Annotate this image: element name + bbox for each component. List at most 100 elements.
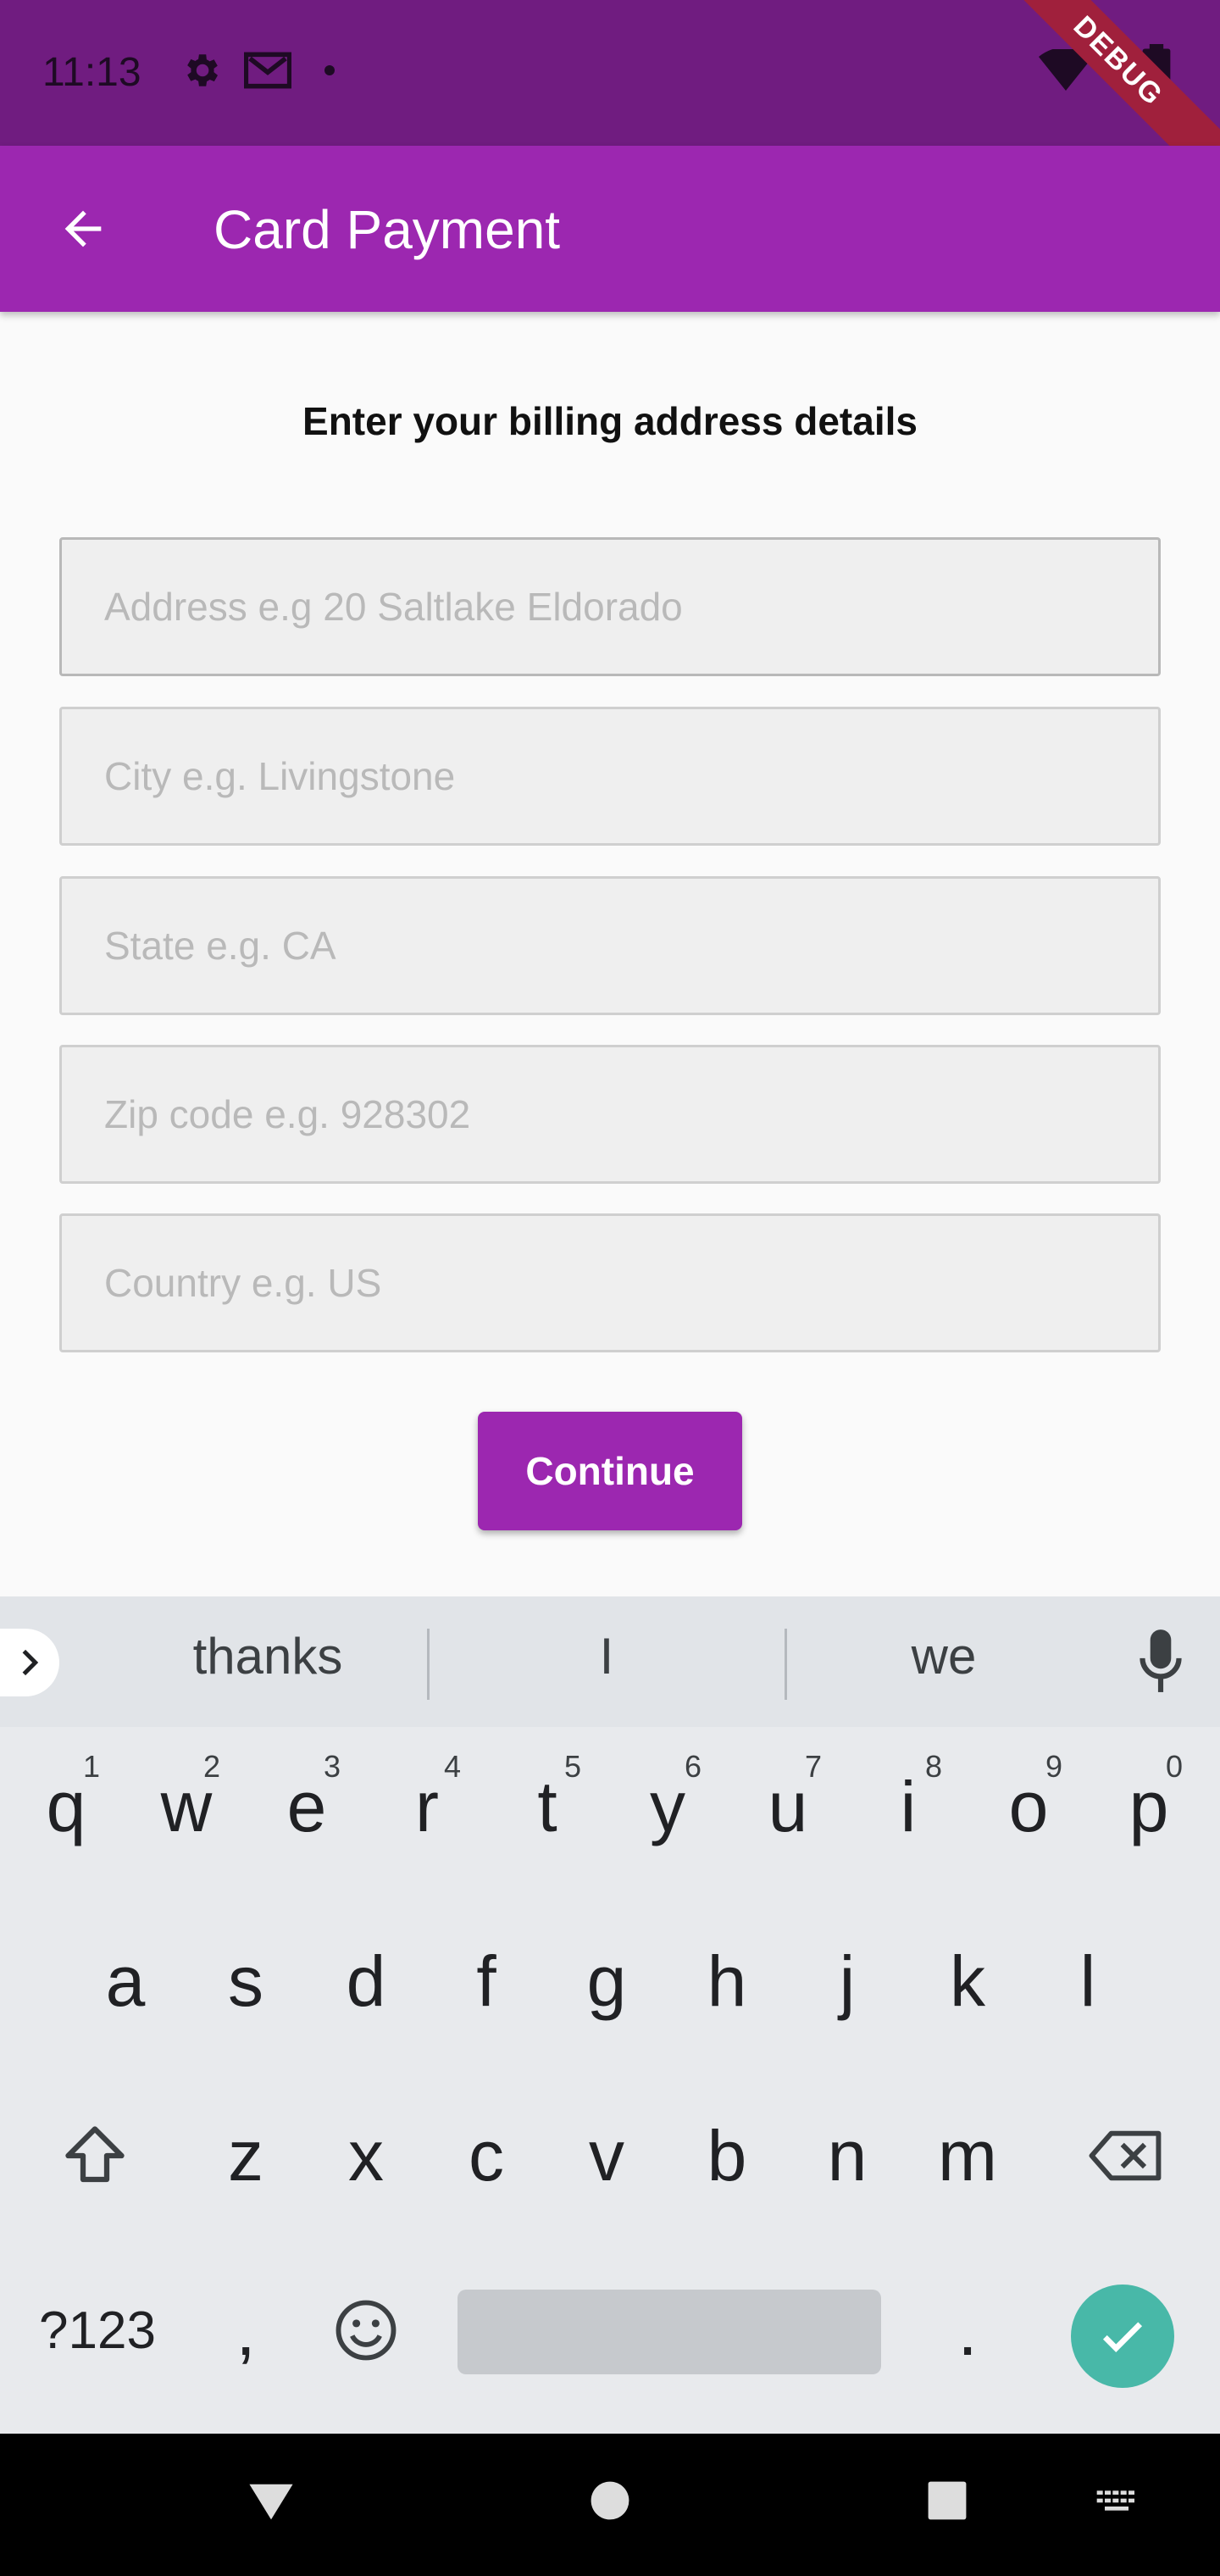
debug-banner: DEBUG <box>975 0 1220 146</box>
address-input[interactable] <box>62 540 1158 674</box>
country-input[interactable] <box>62 1216 1158 1350</box>
zip-input[interactable] <box>62 1047 1158 1181</box>
key-label: . <box>957 2290 978 2370</box>
shift-key[interactable] <box>44 2079 146 2232</box>
backspace-key[interactable] <box>1074 2079 1176 2232</box>
key-t[interactable]: t5 <box>496 1730 598 1883</box>
key-hint: 5 <box>563 1749 581 1784</box>
key-p[interactable]: p0 <box>1098 1730 1200 1883</box>
enter-key[interactable] <box>1071 2285 1174 2388</box>
city-input[interactable] <box>62 709 1158 843</box>
key-e[interactable]: e3 <box>256 1730 358 1883</box>
back-button[interactable] <box>42 188 124 269</box>
status-time: 11:13 <box>42 50 141 95</box>
status-bar: 11:13 DEBUG <box>0 0 1220 146</box>
key-h[interactable]: h <box>676 1905 778 2057</box>
key-label: m <box>938 2115 997 2196</box>
suggestion-3[interactable]: we <box>791 1627 1096 1685</box>
key-label: f <box>476 1940 496 2021</box>
suggestion-toggle[interactable] <box>0 1629 59 1696</box>
suggestion-1[interactable]: thanks <box>115 1627 420 1685</box>
key-r[interactable]: r4 <box>376 1730 478 1883</box>
key-o[interactable]: o9 <box>978 1730 1079 1883</box>
keyboard-switch-icon[interactable] <box>1093 2471 1140 2530</box>
key-label: i <box>900 1766 917 1846</box>
key-hint: 1 <box>82 1749 100 1784</box>
country-field[interactable] <box>59 1213 1161 1352</box>
gmail-icon <box>244 52 291 89</box>
recents-square-icon[interactable] <box>923 2471 971 2530</box>
continue-button[interactable]: Continue <box>478 1412 742 1530</box>
key-label: b <box>707 2115 747 2196</box>
key-label: e <box>286 1766 327 1846</box>
suggestion-2[interactable]: I <box>454 1627 759 1685</box>
back-triangle-icon[interactable] <box>244 2471 298 2530</box>
key-y[interactable]: y6 <box>617 1730 718 1883</box>
period-key[interactable]: . <box>917 2254 1018 2407</box>
key-label: k <box>950 1940 985 2021</box>
emoji-key[interactable] <box>315 2254 417 2407</box>
key-w[interactable]: w2 <box>136 1730 237 1883</box>
key-label: q <box>46 1766 86 1846</box>
state-field[interactable] <box>59 876 1161 1015</box>
key-label: v <box>589 2115 624 2196</box>
key-i[interactable]: i8 <box>857 1730 959 1883</box>
key-label: y <box>650 1766 685 1846</box>
key-z[interactable]: z <box>195 2079 297 2232</box>
shift-icon <box>65 2126 125 2183</box>
microphone-icon[interactable] <box>1135 1627 1186 1695</box>
key-f[interactable]: f <box>435 1905 537 2057</box>
dot-icon <box>324 65 335 75</box>
key-label: d <box>346 1940 386 2021</box>
symbols-key[interactable]: ?123 <box>25 2254 169 2407</box>
key-l[interactable]: l <box>1037 1905 1139 2057</box>
key-a[interactable]: a <box>75 1905 176 2057</box>
checkmark-icon <box>1102 2322 1143 2352</box>
key-hint: 9 <box>1045 1749 1062 1784</box>
key-v[interactable]: v <box>556 2079 657 2232</box>
zip-field[interactable] <box>59 1045 1161 1184</box>
key-label: ?123 <box>39 2301 156 2360</box>
key-label: a <box>105 1940 146 2021</box>
gear-icon <box>187 54 218 86</box>
space-key[interactable] <box>458 2290 881 2374</box>
key-g[interactable]: g <box>556 1905 657 2057</box>
emoji-icon <box>336 2300 396 2361</box>
state-input[interactable] <box>62 879 1158 1013</box>
key-label: o <box>1008 1766 1049 1846</box>
key-label: x <box>348 2115 384 2196</box>
key-m[interactable]: m <box>917 2079 1018 2232</box>
backspace-icon <box>1089 2130 1162 2181</box>
key-label: p <box>1128 1766 1169 1846</box>
city-field[interactable] <box>59 707 1161 846</box>
key-n[interactable]: n <box>796 2079 898 2232</box>
key-label: r <box>415 1766 439 1846</box>
key-s[interactable]: s <box>195 1905 297 2057</box>
key-x[interactable]: x <box>315 2079 417 2232</box>
key-u[interactable]: u7 <box>737 1730 839 1883</box>
key-c[interactable]: c <box>435 2079 537 2232</box>
address-field[interactable] <box>59 537 1161 676</box>
key-hint: 2 <box>202 1749 220 1784</box>
chevron-right-icon <box>22 1649 39 1676</box>
key-label: t <box>537 1766 557 1846</box>
home-circle-icon[interactable] <box>586 2471 634 2530</box>
key-d[interactable]: d <box>315 1905 417 2057</box>
key-label: h <box>707 1940 747 2021</box>
system-nav-bar <box>0 2434 1220 2576</box>
key-hint: 3 <box>323 1749 341 1784</box>
key-label: z <box>228 2115 263 2196</box>
suggestion-divider <box>427 1629 430 1700</box>
key-q[interactable]: q1 <box>15 1730 117 1883</box>
key-hint: 6 <box>684 1749 702 1784</box>
page-title: Card Payment <box>214 199 561 260</box>
key-j[interactable]: j <box>796 1905 898 2057</box>
arrow-back-icon <box>64 210 102 247</box>
key-label: n <box>827 2115 868 2196</box>
comma-key[interactable]: , <box>195 2254 297 2407</box>
key-b[interactable]: b <box>676 2079 778 2232</box>
key-k[interactable]: k <box>917 1905 1018 2057</box>
key-label: c <box>469 2115 504 2196</box>
app-bar: Card Payment <box>0 146 1220 312</box>
key-label: j <box>839 1940 856 2021</box>
